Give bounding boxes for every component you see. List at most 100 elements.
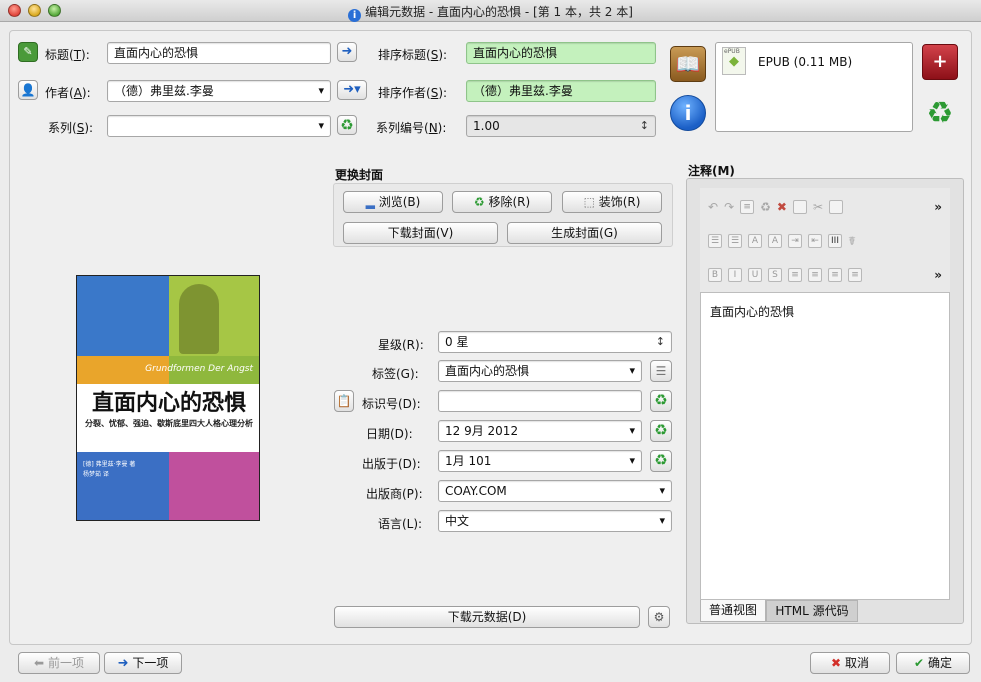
tag-list-icon: ☰ bbox=[655, 364, 667, 378]
arrow-right-icon: ➜ bbox=[117, 656, 129, 671]
copy-icon[interactable] bbox=[792, 200, 807, 214]
tags-combobox[interactable]: 直面内心的恐惧 bbox=[438, 360, 642, 382]
title-input[interactable]: 直面内心的恐惧 bbox=[107, 42, 331, 64]
tab-html-source[interactable]: HTML 源代码 bbox=[766, 600, 858, 622]
trim-icon: ⬚ bbox=[583, 195, 595, 209]
redo-icon[interactable]: ↷ bbox=[724, 200, 734, 214]
strikethrough-icon[interactable]: S bbox=[768, 268, 782, 282]
cover-title: 直面内心的恐惧 bbox=[91, 390, 246, 416]
outdent-icon[interactable]: ⇤ bbox=[808, 234, 822, 248]
select-all-icon[interactable]: ≡ bbox=[740, 200, 755, 214]
ok-button[interactable]: ✔ 确定 bbox=[896, 652, 970, 674]
title-case-button[interactable]: ✎ bbox=[18, 42, 38, 62]
gear-icon: ⚙ bbox=[653, 610, 665, 624]
clear-date-button[interactable]: ♻ bbox=[650, 420, 672, 442]
sort-title-input[interactable]: 直面内心的恐惧 bbox=[466, 42, 656, 64]
date-combobox[interactable]: 12 9月 2012 bbox=[438, 420, 642, 442]
toolbar-overflow-icon[interactable]: » bbox=[934, 268, 942, 282]
remove-cover-button[interactable]: ♻ 移除(R) bbox=[452, 191, 552, 213]
align-justify-icon[interactable]: ≡ bbox=[848, 268, 862, 282]
ids-input[interactable] bbox=[438, 390, 642, 412]
add-book-icon: + bbox=[932, 51, 948, 72]
title-label: 标题(T): bbox=[45, 48, 90, 62]
bullet-list-icon[interactable]: ☰ bbox=[708, 234, 722, 248]
indent-icon[interactable]: ⇥ bbox=[788, 234, 802, 248]
series-index-spinbox[interactable]: 1.00 bbox=[466, 115, 656, 137]
notes-content: 直面内心的恐惧 bbox=[710, 305, 795, 319]
recycle-icon: ♻ bbox=[654, 421, 668, 439]
cover-title-band: 直面内心的恐惧 分裂、忧郁、强迫、歇斯底里四大人格心理分析 bbox=[77, 384, 259, 452]
book-icon: 📖 bbox=[675, 52, 701, 76]
format-painter-icon[interactable]: ☤ bbox=[848, 234, 856, 248]
download-cover-button[interactable]: 下载封面(V) bbox=[343, 222, 498, 244]
browse-cover-button[interactable]: ▂ 浏览(B) bbox=[343, 191, 443, 213]
epub-diamond-icon: ◆ bbox=[729, 54, 739, 69]
recycle-icon: ♻ bbox=[473, 195, 485, 209]
undo-icon[interactable]: ↶ bbox=[708, 200, 718, 214]
align-left-icon[interactable]: ≡ bbox=[788, 268, 802, 282]
cover-subtitle: 分裂、忧郁、强迫、歇斯底里四大人格心理分析 bbox=[85, 419, 253, 428]
cancel-button[interactable]: ✖ 取消 bbox=[810, 652, 890, 674]
book-info-button[interactable]: i bbox=[670, 95, 706, 131]
edit-tags-button[interactable]: ☰ bbox=[650, 360, 672, 382]
align-center-icon[interactable]: ≡ bbox=[808, 268, 822, 282]
toolbar-overflow-icon[interactable]: » bbox=[934, 200, 942, 214]
cut-icon[interactable]: ✂ bbox=[813, 200, 823, 214]
epub-format-icon: ePUB ◆ bbox=[722, 47, 746, 75]
checkmark-icon: ✔ bbox=[914, 656, 925, 670]
rating-spinbox[interactable]: 0 星 bbox=[438, 331, 672, 353]
tab-normal-view[interactable]: 普通视图 bbox=[700, 600, 766, 622]
copy-title-to-sort-button[interactable]: ➜ bbox=[337, 42, 357, 62]
book-cover-image: Grundformen Der Angst 直面内心的恐惧 分裂、忧郁、强迫、歇… bbox=[76, 275, 260, 521]
info-icon: i bbox=[684, 101, 692, 125]
change-cover-label: 更换封面 bbox=[335, 168, 384, 182]
superscript-icon[interactable]: A bbox=[748, 234, 762, 248]
sort-author-label: 排序作者(S): bbox=[378, 86, 448, 100]
series-label: 系列(S): bbox=[48, 121, 94, 135]
previous-button[interactable]: ⬅ 前一项 bbox=[18, 652, 100, 674]
arrow-right-icon: ➜ bbox=[341, 44, 353, 59]
subscript-icon[interactable]: A bbox=[768, 234, 782, 248]
author-combobox[interactable]: （德）弗里兹.李曼 bbox=[107, 80, 331, 102]
cover-block bbox=[77, 276, 169, 356]
notes-editor[interactable]: 直面内心的恐惧 bbox=[700, 292, 950, 600]
numbered-list-icon[interactable]: ☰ bbox=[728, 234, 742, 248]
trim-cover-button[interactable]: ⬚ 装饰(R) bbox=[562, 191, 662, 213]
sort-author-input[interactable]: （德）弗里兹.李曼 bbox=[466, 80, 656, 102]
cover-german-title: Grundformen Der Angst bbox=[145, 364, 253, 374]
copy-author-to-sort-button[interactable]: ➜▾ bbox=[337, 80, 367, 100]
arrow-right-dropdown-icon: ➜▾ bbox=[343, 82, 361, 97]
clear-format-icon[interactable]: ✖ bbox=[777, 200, 787, 214]
book-button[interactable]: 📖 bbox=[670, 46, 706, 82]
bold-icon[interactable]: B bbox=[708, 268, 722, 282]
metadata-source-settings-button[interactable]: ⚙ bbox=[648, 606, 670, 628]
author-manage-button[interactable]: 👤 bbox=[18, 80, 38, 100]
author-label: 作者(A): bbox=[45, 86, 91, 100]
recycle-icon: ♻ bbox=[926, 96, 954, 131]
clear-series-button[interactable]: ♻ bbox=[337, 115, 357, 135]
remove-format-button[interactable]: ♻ bbox=[922, 96, 958, 132]
clear-published-button[interactable]: ♻ bbox=[650, 450, 672, 472]
published-combobox[interactable]: 1月 101 bbox=[438, 450, 642, 472]
folder-icon: ▂ bbox=[365, 195, 375, 209]
info-icon: i bbox=[348, 9, 362, 22]
publisher-combobox[interactable]: COAY.COM bbox=[438, 480, 672, 502]
download-metadata-button[interactable]: 下载元数据(D) bbox=[334, 606, 640, 628]
person-icon: 👤 bbox=[20, 83, 36, 97]
arrow-left-icon: ⬅ bbox=[34, 656, 45, 670]
italic-icon[interactable]: I bbox=[728, 268, 742, 282]
add-format-button[interactable]: + bbox=[922, 44, 958, 80]
language-combobox[interactable]: 中文 bbox=[438, 510, 672, 532]
paste-ids-button[interactable]: 📋 bbox=[334, 390, 354, 412]
series-combobox[interactable] bbox=[107, 115, 331, 137]
clear-ids-button[interactable]: ♻ bbox=[650, 390, 672, 412]
paste-icon[interactable] bbox=[829, 200, 844, 214]
recycle-icon[interactable]: ♻ bbox=[760, 200, 771, 214]
paragraph-style-icon[interactable]: III bbox=[828, 234, 842, 248]
next-button[interactable]: ➜ 下一项 bbox=[104, 652, 182, 674]
align-right-icon[interactable]: ≡ bbox=[828, 268, 842, 282]
format-item-epub[interactable]: EPUB (0.11 MB) bbox=[758, 55, 852, 69]
underline-icon[interactable]: U bbox=[748, 268, 762, 282]
generate-cover-button[interactable]: 生成封面(G) bbox=[507, 222, 662, 244]
formats-list[interactable]: ePUB ◆ EPUB (0.11 MB) bbox=[715, 42, 913, 132]
